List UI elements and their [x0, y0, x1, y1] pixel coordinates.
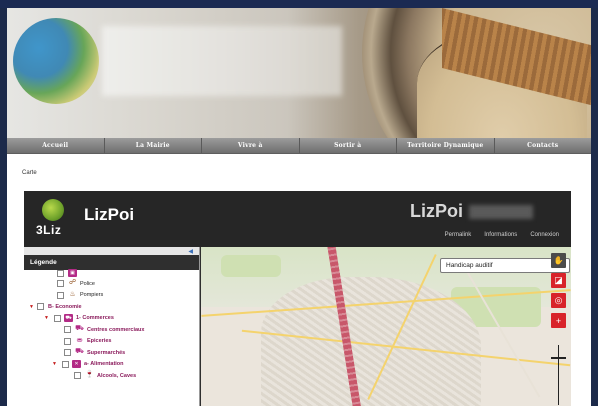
bottle-icon: 🍷	[85, 371, 94, 378]
checkbox[interactable]	[74, 372, 81, 379]
cart-icon: ⛟	[75, 348, 84, 355]
map-canvas[interactable]: Handicap auditif ⇕ ✋ ◪ ◎ +	[201, 247, 571, 406]
collapse-left-icon[interactable]: ◀	[188, 248, 193, 255]
zoom-box-icon[interactable]: ◪	[551, 273, 566, 288]
legend-item[interactable]: 🍷 Alcools, Caves	[24, 370, 199, 382]
brand-title: LizPoi	[410, 201, 533, 222]
zoom-slider-handle[interactable]	[551, 357, 566, 359]
link-permalink[interactable]: Permalink	[445, 232, 472, 238]
legend-label: Police	[80, 280, 95, 287]
nav-item-territoire[interactable]: Territoire Dynamique	[397, 138, 495, 153]
zoom-slider[interactable]	[558, 345, 559, 405]
legend-label: 1- Commerces	[76, 315, 114, 322]
legend-title: Légende	[24, 255, 199, 270]
header-links: Permalink Informations Connexion	[445, 232, 559, 238]
blurred-title	[102, 26, 342, 96]
legend-label: Alcools, Caves	[97, 372, 137, 379]
main-nav: Accueil La Mairie Vivre à Sortir à Terri…	[7, 138, 591, 154]
checkbox[interactable]	[62, 360, 69, 368]
legend-item[interactable]: ▣	[24, 269, 199, 278]
legend-group[interactable]: ▼ ✕ a- Alimentation	[24, 359, 199, 371]
checkbox[interactable]	[37, 303, 44, 310]
nav-item-sortir[interactable]: Sortir à	[299, 138, 397, 153]
blurred-brand-suffix	[469, 205, 533, 220]
app-header: 3Liz LizPoi LizPoi Permalink Information…	[24, 191, 571, 247]
lizmap-app: 3Liz LizPoi LizPoi Permalink Information…	[24, 191, 571, 406]
legend-group[interactable]: ▼ B- Economie	[24, 301, 199, 313]
food-icon: ✕	[72, 359, 81, 368]
cart-icon: ⛟	[64, 313, 73, 322]
legend-item[interactable]: ♨ Pompiers	[24, 290, 199, 302]
checkbox[interactable]	[57, 280, 64, 287]
map-toolbar: ✋ ◪ ◎ +	[551, 253, 566, 333]
checkbox[interactable]	[57, 270, 64, 277]
map-place-label	[501, 325, 502, 330]
police-icon: ☍	[68, 279, 77, 286]
brand-text: LizPoi	[410, 201, 463, 221]
checkbox[interactable]	[64, 326, 71, 333]
legend-group[interactable]: ▼ ⛟ 1- Commerces	[24, 313, 199, 325]
legend-collapse-bar[interactable]: ◀	[24, 247, 199, 255]
legend-panel: ◀ Légende ▣ ☍ Police ♨ Pompiers ▼ B- Eco…	[24, 247, 200, 406]
expand-arrow-icon[interactable]: ▼	[52, 361, 57, 367]
pan-hand-icon[interactable]: ✋	[551, 253, 566, 268]
site-banner	[7, 8, 591, 138]
map-urban-area	[261, 277, 481, 406]
app-logo[interactable]: 3Liz	[36, 199, 76, 239]
top-strip	[0, 0, 598, 8]
page-content: Carte 3Liz LizPoi LizPoi Permalink Infor…	[7, 154, 591, 406]
basket-icon: ⛂	[76, 336, 83, 344]
link-informations[interactable]: Informations	[484, 232, 517, 238]
checkbox[interactable]	[54, 314, 61, 322]
app-title: LizPoi	[84, 205, 135, 224]
legend-item[interactable]: ☍ Police	[24, 278, 199, 290]
legend-item[interactable]: ⛂ Epiceries	[24, 336, 199, 348]
site-logo[interactable]	[13, 18, 99, 104]
legend-label: Centres commerciaux	[87, 326, 145, 333]
locate-target-icon[interactable]: ◎	[551, 293, 566, 308]
link-connexion[interactable]: Connexion	[530, 232, 559, 238]
checkbox[interactable]	[64, 337, 71, 345]
cart-icon: ⛟	[75, 325, 84, 332]
leaf-icon	[42, 199, 64, 221]
nav-item-vivre[interactable]: Vivre à	[202, 138, 300, 153]
page-title: Carte	[22, 170, 37, 176]
legend-label: Epiceries	[87, 338, 112, 345]
logo-text: 3Liz	[36, 223, 62, 237]
nav-item-la-mairie[interactable]: La Mairie	[104, 138, 202, 153]
legend-label: B- Economie	[48, 303, 82, 310]
nav-item-contacts[interactable]: Contacts	[494, 138, 591, 153]
zoom-in-button[interactable]: +	[551, 313, 566, 328]
fire-icon: ♨	[69, 290, 76, 298]
checkbox[interactable]	[64, 349, 71, 356]
legend-label: Supermarchés	[87, 349, 126, 356]
layer-icon: ▣	[68, 269, 77, 277]
select-value: Handicap auditif	[446, 262, 493, 269]
expand-arrow-icon[interactable]: ▼	[29, 304, 34, 310]
legend-label: Pompiers	[80, 292, 104, 299]
expand-arrow-icon[interactable]: ▼	[44, 315, 49, 321]
nav-item-accueil[interactable]: Accueil	[7, 138, 105, 153]
legend-item[interactable]: ⛟ Supermarchés	[24, 347, 199, 359]
legend-tree: ▣ ☍ Police ♨ Pompiers ▼ B- Economie ▼ ⛟ …	[24, 269, 199, 382]
legend-label: a- Alimentation	[84, 361, 124, 368]
map-field	[221, 255, 281, 277]
checkbox[interactable]	[57, 291, 64, 299]
legend-item[interactable]: ⛟ Centres commerciaux	[24, 324, 199, 336]
